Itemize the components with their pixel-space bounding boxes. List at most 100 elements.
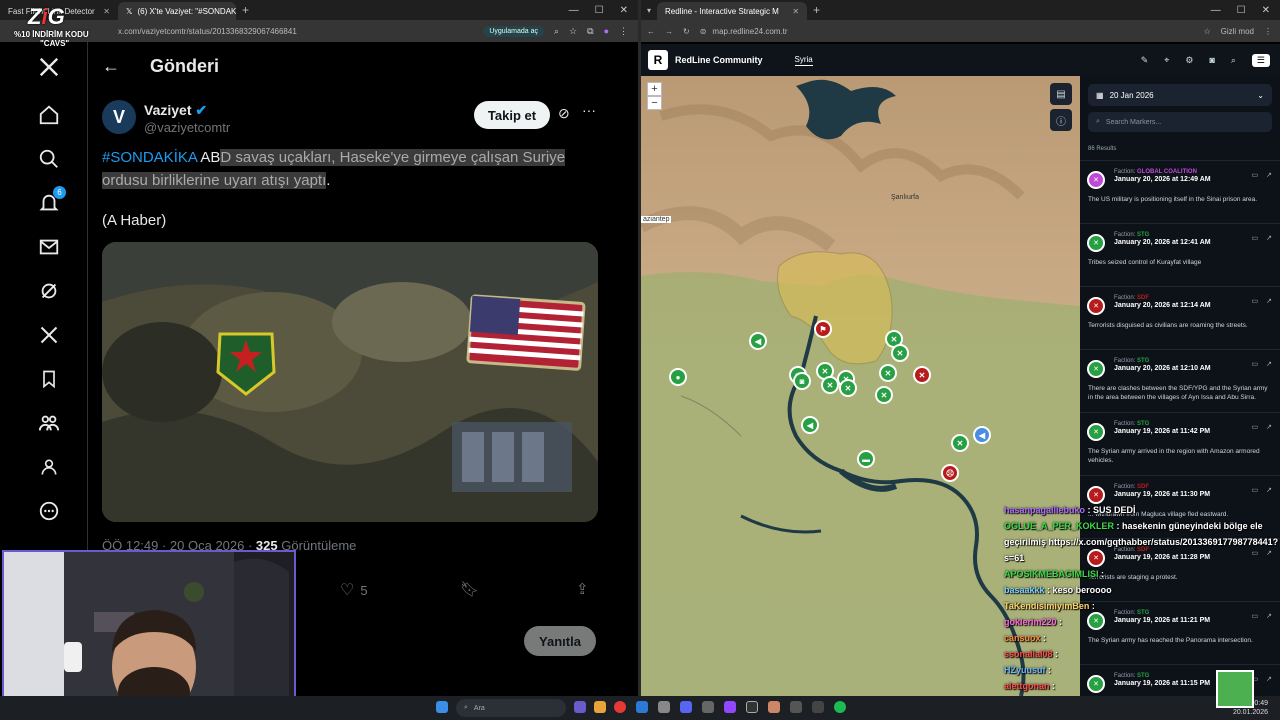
notifications-bell-icon[interactable]: 6	[36, 186, 66, 216]
task-view-icon[interactable]	[574, 701, 586, 713]
new-tab-button[interactable]: +	[807, 3, 826, 17]
share-button[interactable]: ⇪	[576, 580, 589, 598]
premium-x-icon[interactable]	[36, 322, 62, 348]
map-marker-clash[interactable]: ✕	[891, 344, 909, 362]
app-icon[interactable]	[790, 701, 802, 713]
map-marker-group[interactable]: ●	[669, 368, 687, 386]
map-layers-icon[interactable]: ▤	[1050, 83, 1072, 105]
map-marker-camera[interactable]: ◙	[793, 372, 811, 390]
taskbar-search[interactable]: ⌕ Ara	[456, 699, 566, 717]
more-options-icon[interactable]	[36, 498, 62, 524]
author-name[interactable]: Vaziyet	[144, 102, 191, 118]
url-text[interactable]: map.redline24.com.tr	[712, 27, 787, 36]
chat-username[interactable]: goklerim220	[1004, 617, 1057, 627]
redline-logo[interactable]: R	[648, 50, 668, 70]
chat-username[interactable]: ssonallal08	[1004, 649, 1053, 659]
feed-item[interactable]: ✕ Faction: STG January 19, 2026 at 11:42 P…	[1080, 412, 1280, 475]
video-icon[interactable]: ▭	[1252, 486, 1259, 494]
chat-username[interactable]: APOSIKMEBAGIMLISI	[1004, 569, 1099, 579]
spotify-icon[interactable]	[834, 701, 846, 713]
search-icon[interactable]	[36, 146, 62, 172]
tab-actions-icon[interactable]: ▾	[641, 6, 657, 15]
video-icon[interactable]: ▭	[1252, 360, 1259, 368]
bookmark-star-icon[interactable]: ☆	[569, 26, 577, 37]
external-link-icon[interactable]: ↗	[1266, 234, 1272, 242]
external-link-icon[interactable]: ↗	[1266, 360, 1272, 368]
map-marker-clash[interactable]: ✕	[839, 379, 857, 397]
maximize-icon[interactable]: ☐	[595, 5, 604, 16]
map-marker-announcement[interactable]: ◀	[749, 332, 767, 350]
tab-redline[interactable]: Redline - Interactive Strategic M ✕	[657, 2, 808, 20]
url-text[interactable]: x.com/vaziyetcomtr/status/20133683290674…	[118, 27, 297, 36]
author-avatar[interactable]: V	[102, 100, 136, 134]
search-icon[interactable]: ⌕	[554, 26, 559, 37]
maximize-icon[interactable]: ☐	[1237, 5, 1246, 16]
outlook-icon[interactable]	[636, 701, 648, 713]
extensions-icon[interactable]: ⧉	[587, 26, 593, 37]
close-tab-icon[interactable]: ✕	[792, 7, 799, 16]
video-icon[interactable]: ▭	[1252, 171, 1259, 179]
map-info-icon[interactable]: ⓘ	[1050, 109, 1072, 131]
settings-icon[interactable]: ⚙	[1185, 55, 1193, 66]
chat-username[interactable]: TaKendisimiyimBen	[1004, 601, 1089, 611]
app-icon[interactable]	[702, 701, 714, 713]
chat-username[interactable]: alettgonan	[1004, 681, 1050, 691]
chrome-icon[interactable]	[614, 701, 626, 713]
reload-icon[interactable]: ↻	[683, 27, 690, 36]
hamburger-menu-icon[interactable]: ☰	[1251, 53, 1270, 67]
open-in-app-pill[interactable]: Uygulamada aç	[483, 25, 544, 37]
zoom-in-button[interactable]: +	[647, 82, 662, 96]
chat-username[interactable]: HZyuusuf	[1004, 665, 1046, 675]
chat-username[interactable]: cansuox	[1004, 633, 1041, 643]
new-tab-button[interactable]: +	[236, 3, 255, 17]
grok-icon[interactable]: ⊘	[558, 105, 570, 122]
x-logo-icon[interactable]	[36, 54, 62, 80]
redline-brand[interactable]: RedLine Community	[675, 55, 763, 65]
profile-icon[interactable]	[36, 454, 62, 480]
minimize-icon[interactable]: —	[569, 5, 579, 16]
bookmark-star-icon[interactable]: ☆	[1203, 27, 1210, 36]
external-link-icon[interactable]: ↗	[1266, 171, 1272, 179]
close-window-icon[interactable]: ✕	[620, 5, 628, 16]
tab-x-post[interactable]: 𝕏 (6) X'te Vaziyet: "#SONDAKİKA ✕	[118, 2, 236, 20]
profile-icon[interactable]: ●	[604, 26, 609, 36]
feed-item[interactable]: ✕ Faction: GLOBAL COALITION January 20, 20…	[1080, 160, 1280, 223]
marker-tool-icon[interactable]: ✎	[1141, 55, 1149, 66]
external-link-icon[interactable]: ↗	[1266, 297, 1272, 305]
communities-icon[interactable]	[36, 410, 62, 436]
author-handle[interactable]: @vaziyetcomtr	[144, 120, 230, 135]
site-info-icon[interactable]: ⊜	[700, 27, 707, 36]
map-marker-coalition[interactable]: ◀	[973, 426, 991, 444]
search-icon[interactable]: ⌕	[1231, 55, 1236, 66]
video-icon[interactable]: ▭	[1252, 234, 1259, 242]
camera-icon[interactable]: ◙	[1209, 55, 1214, 65]
home-icon[interactable]	[36, 102, 62, 128]
post-image[interactable]	[102, 242, 598, 522]
right-address-bar[interactable]: ← → ↻ ⊜ map.redline24.com.tr ☆ Gizli mod…	[641, 20, 1280, 42]
map-marker-clash[interactable]: ✕	[875, 386, 893, 404]
reply-button[interactable]: Yanıtla	[524, 626, 596, 656]
app-icon[interactable]	[768, 701, 780, 713]
date-picker[interactable]: ▦ 20 Jan 2026 ⌄	[1088, 84, 1272, 106]
private-mode-label[interactable]: Gizli mod	[1221, 27, 1254, 36]
close-window-icon[interactable]: ✕	[1262, 5, 1270, 16]
post-hashtag[interactable]: #SONDAKİKA	[102, 149, 197, 166]
external-link-icon[interactable]: ↗	[1266, 423, 1272, 431]
obs-icon[interactable]	[746, 701, 758, 713]
chat-username[interactable]: hasanpagalliebuko	[1004, 505, 1085, 515]
twitch-icon[interactable]	[724, 701, 736, 713]
feed-item[interactable]: ✕ Faction: STG January 20, 2026 at 12:10 A…	[1080, 349, 1280, 412]
video-icon[interactable]: ▭	[1252, 423, 1259, 431]
chat-username[interactable]: OGLUE_A_PER_KOKLER	[1004, 521, 1114, 531]
windows-start-icon[interactable]	[436, 701, 448, 713]
discord-icon[interactable]	[680, 701, 692, 713]
bookmark-button[interactable]: 🔖︎	[460, 580, 479, 598]
like-button[interactable]: ♡ 5	[340, 580, 368, 600]
app-icon[interactable]	[658, 701, 670, 713]
video-icon[interactable]: ▭	[1252, 297, 1259, 305]
external-link-icon[interactable]: ↗	[1266, 486, 1272, 494]
author-name-row[interactable]: Vaziyet ✔	[144, 102, 207, 119]
menu-icon[interactable]: ⋮	[1264, 27, 1272, 36]
close-tab-icon[interactable]: ✕	[103, 7, 110, 16]
map-marker-sdf-protest[interactable]: ☹	[941, 464, 959, 482]
